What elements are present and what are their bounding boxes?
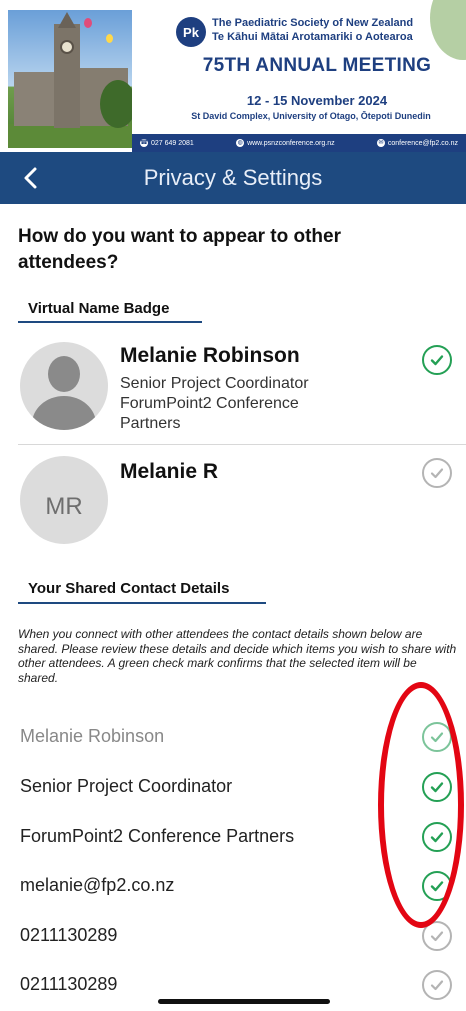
meeting-title: 75TH ANNUAL MEETING [202, 55, 432, 76]
banner-phone: ☎ 027 649 2081 [140, 139, 194, 147]
back-chevron-icon[interactable] [18, 164, 46, 192]
phone-icon: ☎ [140, 139, 148, 147]
meeting-dates: 12 - 15 November 2024 [246, 93, 388, 108]
society-name-maori: Te Kāhui Mātai Arotamariki o Aotearoa [212, 31, 413, 43]
photo-balloon [84, 18, 92, 28]
shared-contact-description: When you connect with other attendees th… [18, 627, 457, 685]
decorative-green-shape [430, 0, 466, 60]
photo-tower-spire [58, 12, 76, 28]
photo-building-left [14, 72, 56, 126]
badge-short-name: Melanie R [120, 460, 219, 483]
contact-item-text: ForumPoint2 Conference Partners [20, 826, 295, 846]
check-circle-selected-icon[interactable] [422, 345, 452, 375]
banner-contact-strip: ☎ 027 649 2081 ◍ www.psnzconference.org.… [132, 134, 466, 152]
photo-clock-face [60, 40, 74, 54]
check-circle-unselected-icon[interactable] [422, 970, 452, 1000]
check-circle-unselected-icon[interactable] [422, 458, 452, 488]
banner-website: ◍ www.psnzconference.org.nz [236, 139, 335, 147]
section-title-name-badge: Virtual Name Badge [28, 300, 170, 317]
badge-option-short-name[interactable]: MR Melanie R [18, 452, 464, 552]
contact-item-text: 0211130289 [20, 925, 118, 945]
photo-tree [100, 80, 132, 128]
banner-email: ✉ conference@fp2.co.nz [376, 139, 458, 147]
contact-item-text: melanie@fp2.co.nz [20, 875, 175, 895]
society-name: The Paediatric Society of New Zealand [212, 17, 414, 29]
section-underline [18, 602, 266, 604]
initials-avatar: MR [20, 456, 108, 544]
contact-item-phone[interactable]: 0211130289 [18, 917, 464, 957]
photo-balloon [106, 34, 113, 43]
section-underline [18, 321, 202, 323]
page-title: Privacy & Settings [143, 165, 323, 190]
section-title-shared-contact: Your Shared Contact Details [28, 580, 230, 597]
badge-option-full-name[interactable]: Melanie Robinson Senior Project Coordina… [18, 340, 464, 440]
navigation-bar: Privacy & Settings [0, 152, 466, 204]
contact-item-text: Senior Project Coordinator [20, 776, 233, 796]
contact-item-text: 0211130289 [20, 974, 118, 994]
meeting-venue: St David Complex, University of Otago, Ō… [191, 111, 431, 121]
society-logo-icon: Pk [176, 17, 206, 47]
red-highlight-annotation [378, 682, 464, 928]
clocktower-photo [8, 10, 132, 148]
badge-company-line2: Partners [120, 415, 181, 432]
divider [18, 444, 466, 445]
globe-icon: ◍ [236, 139, 245, 147]
badge-name: Melanie Robinson [120, 344, 300, 367]
avatar-placeholder-icon [20, 342, 108, 430]
appearance-question: How do you want to appear to other atten… [18, 226, 341, 273]
conference-banner: Pk The Paediatric Society of New Zealand… [0, 0, 466, 152]
contact-item-text: Melanie Robinson [20, 726, 165, 746]
home-indicator[interactable] [158, 999, 330, 1004]
badge-company-line1: ForumPoint2 Conference [120, 395, 299, 412]
badge-job-title: Senior Project Coordinator [120, 375, 309, 392]
mail-icon: ✉ [376, 139, 385, 147]
